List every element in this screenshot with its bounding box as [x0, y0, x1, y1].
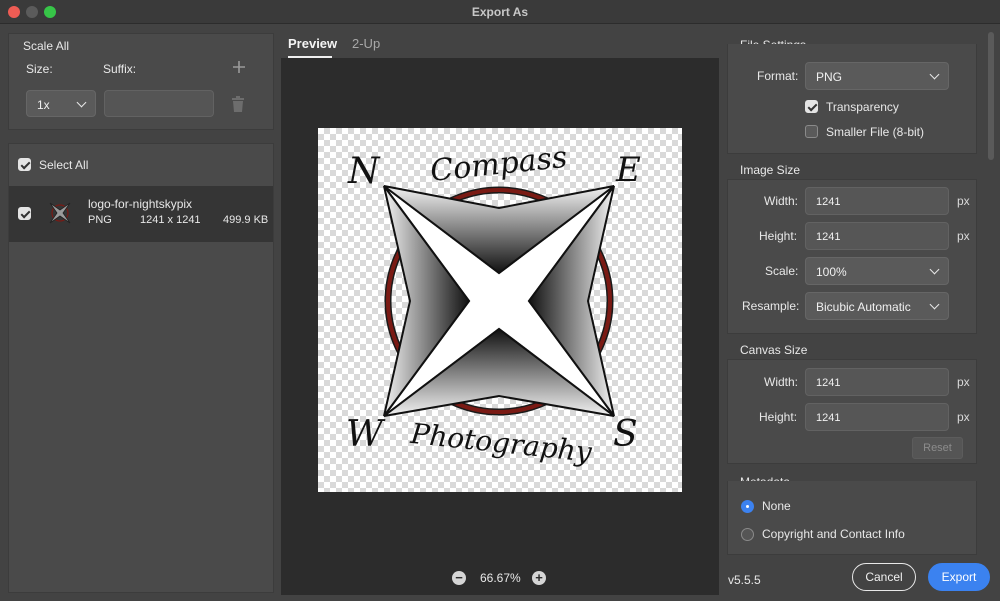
reset-button[interactable]: Reset — [912, 437, 963, 459]
tab-2-up[interactable]: 2-Up — [352, 36, 380, 51]
select-all-checkbox[interactable] — [18, 158, 31, 171]
transparency-checkbox[interactable] — [805, 100, 818, 113]
transparency-label: Transparency — [826, 100, 899, 114]
canvas-width-label: Width: — [764, 375, 799, 389]
logo-letter-w: W — [346, 414, 386, 455]
select-all-label: Select All — [39, 158, 89, 172]
image-height-unit: px — [957, 229, 970, 243]
logo-word-compass: Compass — [429, 140, 569, 189]
logo-word-photography: Photography — [408, 417, 594, 469]
metadata-none-label: None — [762, 499, 791, 513]
cancel-button[interactable]: Cancel — [852, 563, 916, 591]
canvas-height-label: Height: — [759, 410, 798, 424]
version-label: v5.5.5 — [728, 573, 761, 587]
asset-format: PNG — [88, 214, 112, 226]
canvas-height-unit: px — [957, 410, 970, 424]
delete-scale-button[interactable] — [231, 96, 245, 112]
scale-select[interactable]: 100% — [805, 257, 949, 285]
metadata-copyright-label: Copyright and Contact Info — [762, 527, 905, 541]
canvas-width-input[interactable]: 1241 — [805, 368, 949, 396]
asset-list-panel: Select All logo-for-nightskypix PNG 1241… — [8, 143, 274, 593]
chevron-down-icon — [929, 264, 940, 275]
logo-letter-e: E — [615, 150, 641, 190]
format-select-value: PNG — [816, 70, 843, 84]
metadata-none-radio[interactable] — [741, 500, 754, 513]
asset-checkbox[interactable] — [18, 207, 31, 220]
format-label: Format: — [757, 69, 799, 83]
canvas-width-unit: px — [957, 375, 970, 389]
scrollbar[interactable] — [988, 32, 994, 160]
size-select-value: 1x — [37, 98, 50, 112]
metadata-panel — [727, 481, 977, 555]
image-width-unit: px — [957, 194, 970, 208]
zoom-in-button[interactable]: + — [532, 571, 546, 585]
asset-file-size: 499.9 KB — [223, 214, 269, 226]
image-height-label: Height: — [759, 229, 798, 243]
zoom-level: 66.67% — [480, 571, 521, 585]
logo-thumbnail-icon — [49, 202, 71, 224]
chevron-down-icon — [929, 299, 940, 310]
scale-all-panel: Scale All Size: Suffix: 1x — [8, 33, 274, 130]
trash-icon — [232, 96, 244, 112]
resample-label: Resample: — [742, 299, 800, 313]
resample-select-value: Bicubic Automatic — [816, 300, 911, 314]
preview-image: N E W S Compass Photography — [318, 128, 682, 492]
canvas-size-heading: Canvas Size — [740, 343, 808, 357]
image-size-heading: Image Size — [740, 163, 801, 177]
image-width-input[interactable]: 1241 — [805, 187, 949, 215]
metadata-copyright-radio[interactable] — [741, 528, 754, 541]
title-bar: Export As — [0, 0, 1000, 24]
window-title: Export As — [471, 5, 529, 19]
size-select[interactable]: 1x — [26, 90, 96, 117]
asset-dimensions: 1241 x 1241 — [140, 214, 201, 226]
resample-select[interactable]: Bicubic Automatic — [805, 292, 949, 320]
canvas-height-input[interactable]: 1241 — [805, 403, 949, 431]
scale-label: Scale: — [765, 264, 799, 278]
smaller-file-label: Smaller File (8-bit) — [826, 125, 925, 139]
asset-list-item[interactable]: logo-for-nightskypix PNG 1241 x 1241 499… — [9, 186, 273, 242]
size-label: Size: — [26, 62, 53, 76]
tab-preview[interactable]: Preview — [288, 36, 337, 51]
format-select[interactable]: PNG — [805, 62, 949, 90]
export-button[interactable]: Export — [928, 563, 990, 591]
asset-name: logo-for-nightskypix — [88, 197, 193, 211]
scale-all-heading: Scale All — [23, 39, 70, 53]
image-height-input[interactable]: 1241 — [805, 222, 949, 250]
suffix-label: Suffix: — [103, 62, 137, 76]
chevron-down-icon — [76, 97, 87, 108]
scale-select-value: 100% — [816, 265, 847, 279]
zoom-out-button[interactable]: − — [452, 571, 466, 585]
smaller-file-checkbox[interactable] — [805, 125, 818, 138]
preview-area: N E W S Compass Photography − 66.67% + — [281, 58, 719, 595]
logo-letter-n: N — [347, 151, 381, 192]
image-width-label: Width: — [764, 194, 799, 208]
logo-letter-s: S — [613, 414, 638, 455]
add-scale-button[interactable] — [232, 60, 246, 74]
asset-thumbnail — [45, 198, 75, 228]
chevron-down-icon — [929, 69, 940, 80]
compass-logo-image: N E W S Compass Photography — [346, 140, 641, 469]
suffix-input[interactable] — [104, 90, 214, 117]
plus-icon — [233, 61, 245, 73]
